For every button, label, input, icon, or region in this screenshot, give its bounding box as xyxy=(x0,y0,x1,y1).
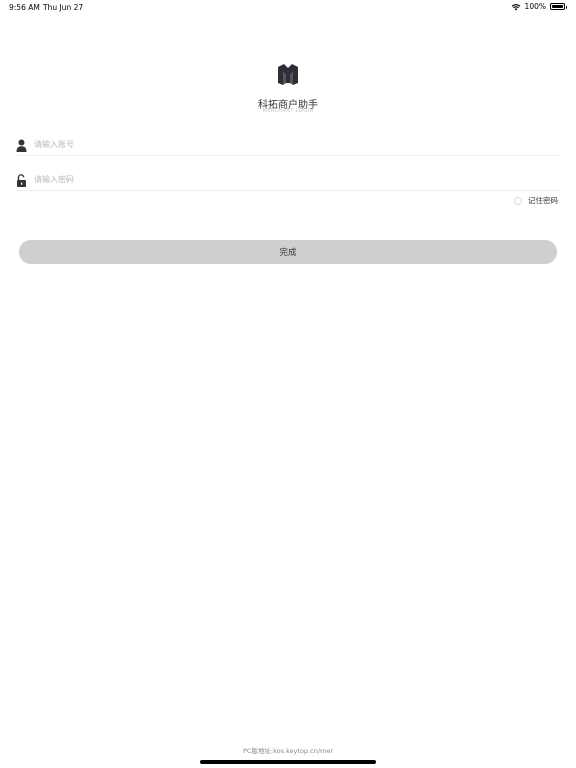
account-field xyxy=(16,135,560,156)
submit-button[interactable]: 完成 xyxy=(19,240,557,264)
lock-icon xyxy=(17,174,26,187)
remember-label: 记住密码 xyxy=(528,196,558,205)
app-subtitle: MERCHANT LOGIN xyxy=(262,108,314,114)
remember-password[interactable]: 记住密码 xyxy=(514,195,558,206)
battery-icon xyxy=(550,3,567,10)
status-time: 9:56 AM xyxy=(9,3,40,12)
footer-pc-address: PC版地址:kos.keytop.cn/mer xyxy=(242,747,334,755)
password-field xyxy=(16,170,560,191)
battery-percent: 100% xyxy=(524,2,546,11)
app-logo-icon xyxy=(278,64,298,85)
password-input[interactable] xyxy=(34,171,534,187)
status-bar: 9:56 AM Thu Jun 27 100% xyxy=(0,0,576,14)
wifi-icon xyxy=(511,3,520,10)
home-indicator xyxy=(200,760,376,764)
remember-checkbox[interactable] xyxy=(514,196,522,205)
user-icon xyxy=(16,139,27,152)
status-indicators: 100% xyxy=(511,2,567,11)
status-date: Thu Jun 27 xyxy=(43,3,84,12)
account-input[interactable] xyxy=(34,136,534,152)
